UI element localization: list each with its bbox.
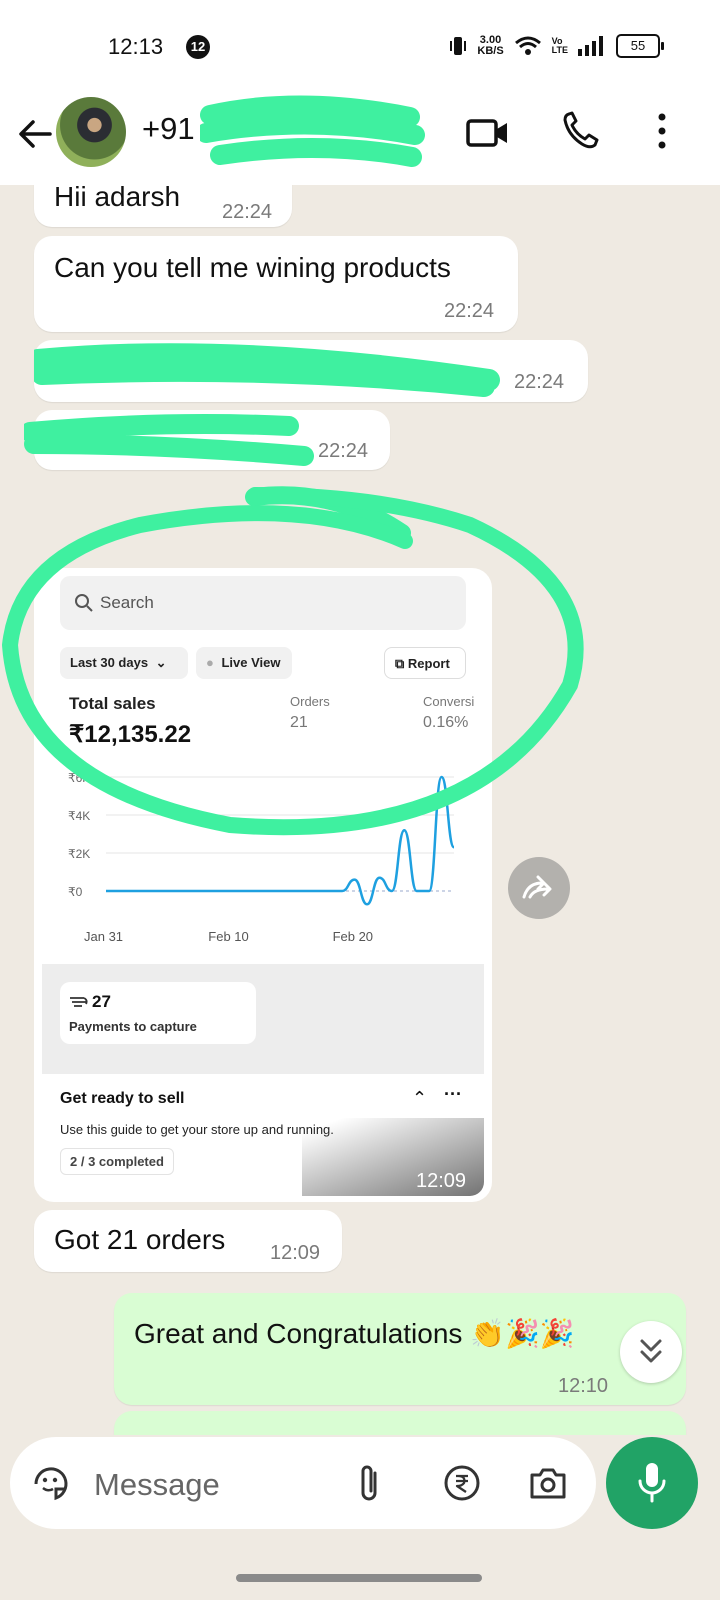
- chart-x-tick-label: Jan 31: [84, 929, 123, 944]
- chat-header: +91: [0, 95, 720, 185]
- voice-message-button[interactable]: [606, 1437, 698, 1529]
- message-time: 22:24: [514, 371, 565, 393]
- message-time: 22:24: [222, 201, 273, 223]
- shot-payments-label: Payments to capture: [69, 1019, 197, 1034]
- status-icons: 3.00 KB/S Vo LTE 55: [449, 34, 664, 58]
- notification-count-badge: 12: [186, 35, 210, 59]
- redaction-scribble: [34, 343, 500, 397]
- sticker-icon[interactable]: [32, 1465, 70, 1503]
- message-time: 12:09: [270, 1242, 321, 1264]
- double-chevron-down-icon: [640, 1339, 662, 1363]
- chevron-up-icon: ⌃: [412, 1088, 428, 1108]
- network-speed-unit: KB/S: [477, 45, 504, 57]
- camera-icon[interactable]: [528, 1465, 568, 1501]
- shot-payments-count: 27: [92, 992, 111, 1011]
- scroll-to-bottom-button[interactable]: [620, 1321, 682, 1383]
- redaction-scribble: [24, 414, 314, 466]
- contact-name[interactable]: +91: [142, 111, 195, 147]
- shot-guide-progress: 2 / 3 completed: [60, 1148, 174, 1175]
- message-time: 22:24: [444, 300, 495, 322]
- more-options-icon[interactable]: [652, 111, 672, 151]
- message-outgoing[interactable]: [114, 1411, 686, 1435]
- home-indicator[interactable]: [236, 1574, 482, 1582]
- chart-y-tick-label: ₹2K: [68, 847, 90, 861]
- redaction-scribble: [200, 95, 425, 167]
- message-time: 22:24: [318, 440, 369, 462]
- forward-icon: [522, 875, 552, 899]
- message-incoming[interactable]: Hii adarsh 22:24: [34, 185, 292, 227]
- message-incoming[interactable]: 22:24: [34, 340, 588, 402]
- back-arrow-icon[interactable]: [14, 113, 56, 155]
- volte-label: Vo LTE: [551, 36, 568, 55]
- network-speed: 3.00 KB/S: [477, 35, 503, 57]
- video-call-icon[interactable]: [466, 113, 510, 153]
- microphone-icon: [638, 1463, 666, 1503]
- shot-payments-card: 27 Payments to capture: [60, 982, 256, 1044]
- payment-hand-icon: [70, 997, 88, 1007]
- chart-y-tick-label: ₹0: [68, 885, 83, 899]
- voice-call-icon[interactable]: [560, 109, 602, 151]
- shot-payments-section: 27 Payments to capture: [42, 964, 484, 1074]
- status-time: 12:13: [108, 34, 164, 59]
- signal-icon: [578, 36, 603, 56]
- contact-avatar[interactable]: [56, 97, 126, 167]
- wifi-icon: [514, 36, 541, 55]
- chart-x-tick-label: Feb 20: [333, 929, 373, 944]
- message-incoming[interactable]: 22:24: [24, 410, 390, 470]
- message-time: 12:10: [558, 1375, 609, 1397]
- ellipsis-icon: ···: [444, 1084, 462, 1104]
- message-text: Hii adarsh: [54, 185, 181, 212]
- highlight-circle-annotation: [1, 487, 584, 836]
- vibrate-icon: [450, 37, 467, 55]
- shot-guide-title: Get ready to sell: [60, 1090, 185, 1107]
- message-text: Got 21 orders: [54, 1224, 226, 1255]
- shot-guide-section: Get ready to sell ⌃ ··· Use this guide t…: [42, 1074, 484, 1196]
- battery-indicator: 55: [616, 34, 664, 58]
- message-incoming[interactable]: Can you tell me wining products 22:24: [34, 236, 518, 332]
- message-composer[interactable]: Message: [10, 1437, 596, 1529]
- message-incoming[interactable]: Got 21 orders 12:09: [34, 1210, 342, 1272]
- rupee-payment-icon[interactable]: [442, 1463, 482, 1503]
- forward-button[interactable]: [508, 857, 570, 919]
- chat-messages[interactable]: Hii adarsh 22:24 Can you tell me wining …: [0, 185, 720, 1435]
- shot-guide-description: Use this guide to get your store up and …: [60, 1122, 334, 1137]
- message-outgoing[interactable]: Great and Congratulations 👏🎉🎉 12:10: [114, 1293, 686, 1405]
- image-time: 12:09: [416, 1170, 467, 1192]
- chart-x-tick-label: Feb 10: [208, 929, 248, 944]
- navigation-bar: [0, 1535, 720, 1600]
- message-text: Can you tell me wining products: [54, 252, 451, 283]
- attach-icon[interactable]: [354, 1461, 384, 1505]
- message-input[interactable]: Message: [94, 1467, 220, 1503]
- message-text: Great and Congratulations 👏🎉🎉: [134, 1318, 575, 1349]
- status-bar: 12:13 12 3.00 KB/S Vo LTE 55: [0, 0, 720, 95]
